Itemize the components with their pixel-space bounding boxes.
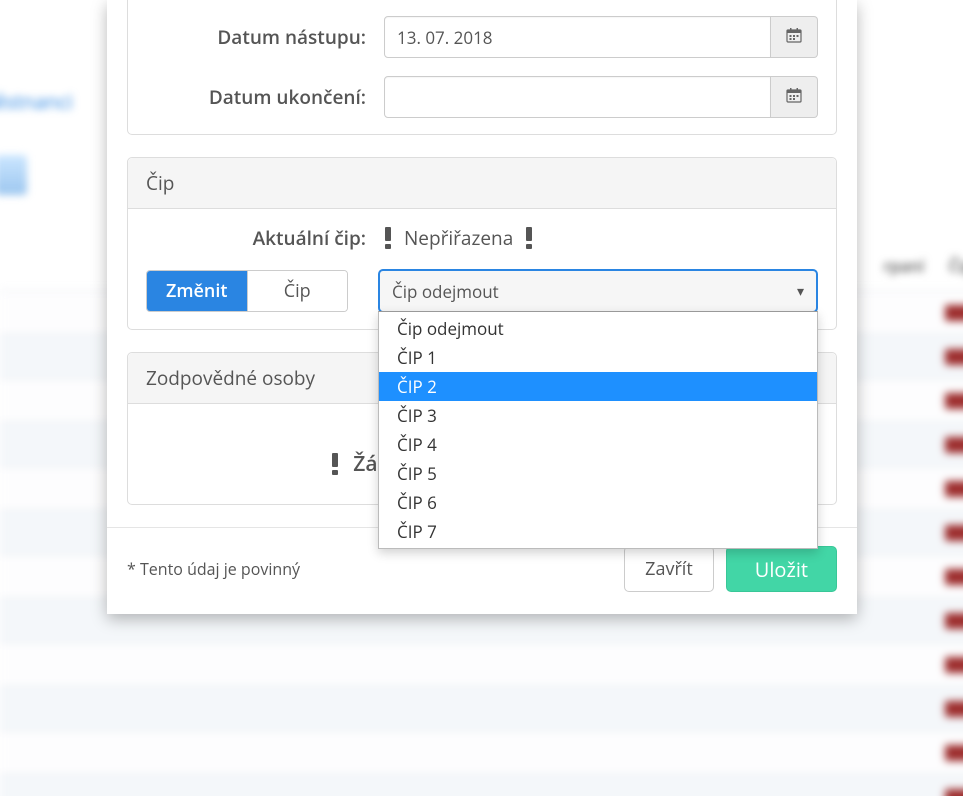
close-button[interactable]: Zavřít	[624, 546, 714, 592]
chevron-down-icon: ▾	[797, 282, 804, 301]
chip-option[interactable]: Čip odejmout	[379, 314, 817, 343]
toggle-change[interactable]: Změnit	[147, 271, 247, 311]
panel-chip: Čip Aktuální čip: Nepřiřazena Změnit	[127, 157, 837, 330]
calendar-icon	[786, 27, 802, 48]
chip-select-value: Čip odejmout	[392, 280, 499, 303]
chip-option[interactable]: ČIP 2	[379, 372, 817, 401]
current-chip-value: Nepřiřazena	[384, 225, 818, 251]
label-current-chip: Aktuální čip:	[146, 225, 384, 251]
chip-option[interactable]: ČIP 4	[379, 430, 817, 459]
chip-option[interactable]: ČIP 1	[379, 343, 817, 372]
panel-chip-heading: Čip	[128, 158, 836, 209]
logo-crest	[0, 155, 27, 195]
panel-dates: Datum nástupu: Datum ukončení:	[127, 0, 837, 135]
chip-option[interactable]: ČIP 6	[379, 488, 817, 517]
exclamation-icon	[331, 453, 339, 475]
exclamation-icon	[384, 227, 392, 249]
chip-option[interactable]: ČIP 5	[379, 459, 817, 488]
chip-option[interactable]: ČIP 3	[379, 401, 817, 430]
label-end-date: Datum ukončení:	[146, 84, 384, 110]
chip-option[interactable]: ČIP 7	[379, 517, 817, 546]
chip-select[interactable]: Čip odejmout ▾	[378, 269, 818, 313]
label-start-date: Datum nástupu:	[146, 24, 384, 50]
chip-select-dropdown: Čip odejmoutČIP 1ČIP 2ČIP 3ČIP 4ČIP 5ČIP…	[378, 311, 818, 549]
start-date-input[interactable]	[384, 16, 771, 58]
chip-mode-toggle: Změnit Čip	[146, 270, 348, 312]
sidebar-nav-text: městnanci	[0, 88, 73, 115]
employee-edit-modal: Datum nástupu: Datum ukončení:	[107, 0, 857, 614]
required-note: * Tento údaj je povinný	[127, 558, 300, 580]
save-button[interactable]: Uložit	[726, 546, 837, 592]
start-date-picker-button[interactable]	[771, 16, 818, 58]
end-date-input[interactable]	[384, 76, 771, 118]
end-date-picker-button[interactable]	[771, 76, 818, 118]
exclamation-icon	[525, 227, 533, 249]
calendar-icon	[786, 87, 802, 108]
toggle-chip[interactable]: Čip	[247, 271, 348, 311]
table-header-fragment: rpaní Čip	[864, 255, 963, 277]
